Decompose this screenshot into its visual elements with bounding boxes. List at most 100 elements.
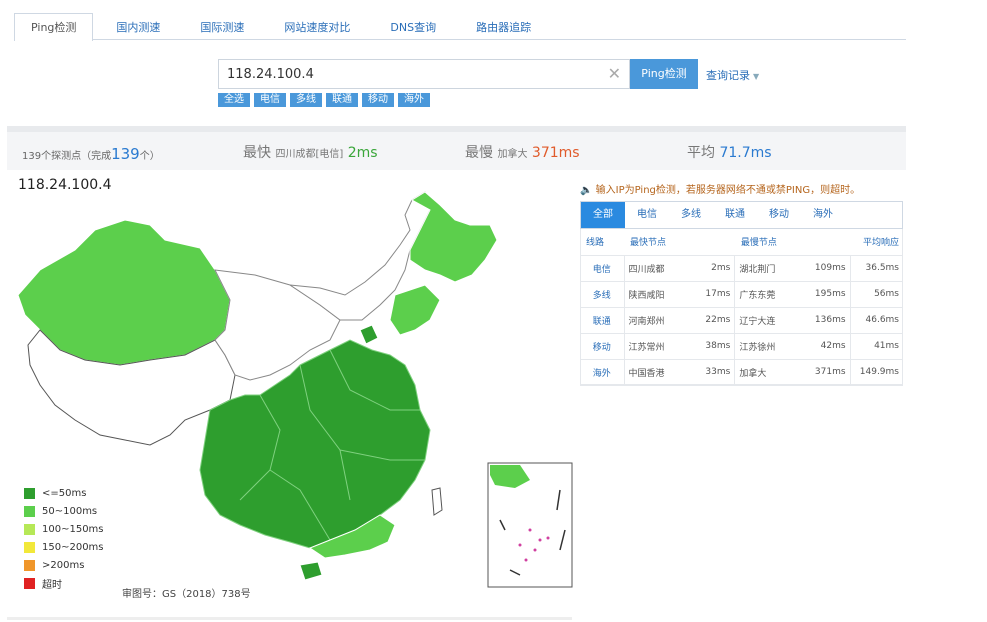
legend-item: >200ms bbox=[24, 556, 104, 574]
legend-item: <=50ms bbox=[24, 484, 104, 502]
result-tab-overseas[interactable]: 海外 bbox=[801, 202, 845, 228]
result-tab-mobile[interactable]: 移动 bbox=[757, 202, 801, 228]
tab-domestic-speed[interactable]: 国内测速 bbox=[99, 13, 177, 40]
tab-dns[interactable]: DNS查询 bbox=[373, 13, 453, 40]
tab-traceroute[interactable]: 路由器追踪 bbox=[459, 13, 548, 40]
table-header-row: 线路 最快节点 最慢节点 平均响应 bbox=[580, 229, 903, 256]
chevron-down-icon: ▼ bbox=[753, 72, 760, 81]
cell-fast-node: 陕西咸阳 bbox=[624, 281, 688, 308]
cell-slow-ms: 109ms bbox=[796, 255, 851, 282]
filter-telecom[interactable]: 电信 bbox=[254, 93, 286, 107]
top-tabs: Ping检测 国内测速 国际测速 网站速度对比 DNS查询 路由器追踪 bbox=[14, 13, 906, 41]
tab-international-speed[interactable]: 国际测速 bbox=[183, 13, 261, 40]
cell-line: 联通 bbox=[580, 307, 625, 334]
fastest-label: 最快 bbox=[243, 145, 271, 161]
legend-label: 50~100ms bbox=[42, 505, 98, 517]
table-row: 移动 江苏常州 38ms 江苏徐州 42ms 41ms bbox=[580, 333, 903, 360]
cell-slow-node: 广东东莞 bbox=[734, 281, 797, 308]
cell-avg: 149.9ms bbox=[850, 359, 903, 386]
filter-overseas[interactable]: 海外 bbox=[398, 93, 430, 107]
filter-unicom[interactable]: 联通 bbox=[326, 93, 358, 107]
table-row: 海外 中国香港 33ms 加拿大 371ms 149.9ms bbox=[580, 359, 903, 386]
legend-item: 超时 bbox=[24, 574, 104, 592]
fastest-value: 2ms bbox=[347, 145, 378, 161]
result-tab-multiline[interactable]: 多线 bbox=[669, 202, 713, 228]
legend-swatch bbox=[24, 487, 35, 499]
legend-item: 100~150ms bbox=[24, 520, 104, 538]
cell-line: 电信 bbox=[580, 255, 625, 282]
cell-slow-ms: 195ms bbox=[796, 281, 851, 308]
cell-line: 移动 bbox=[580, 333, 625, 360]
node-count: 139个探测点（完成139个） bbox=[22, 145, 160, 163]
fastest-node: 四川成都[电信] bbox=[275, 149, 344, 160]
filter-all[interactable]: 全选 bbox=[218, 93, 250, 107]
cell-fast-node: 江苏常州 bbox=[624, 333, 688, 360]
slowest-value: 371ms bbox=[531, 145, 580, 161]
legend-label: >200ms bbox=[42, 559, 85, 571]
latency-legend: <=50ms 50~100ms 100~150ms 150~200ms >200… bbox=[24, 484, 104, 592]
history-dropdown[interactable]: 查询记录 ▼ bbox=[706, 67, 759, 83]
filter-multiline[interactable]: 多线 bbox=[290, 93, 322, 107]
table-row: 电信 四川成都 2ms 湖北荆门 109ms 36.5ms bbox=[580, 255, 903, 282]
result-tab-unicom[interactable]: 联通 bbox=[713, 202, 757, 228]
result-table: 线路 最快节点 最慢节点 平均响应 电信 四川成都 2ms 湖北荆门 109ms… bbox=[580, 229, 903, 386]
node-count-done: 139 bbox=[111, 145, 140, 163]
notice-text: 输入IP为Ping检测，若服务器网络不通或禁PING，则超时。 bbox=[595, 185, 861, 196]
search-box: ✕ bbox=[218, 59, 630, 89]
tab-ping[interactable]: Ping检测 bbox=[14, 13, 94, 41]
tab-site-compare[interactable]: 网站速度对比 bbox=[267, 13, 367, 40]
cell-line: 多线 bbox=[580, 281, 625, 308]
fastest-stat: 最快 四川成都[电信] 2ms bbox=[243, 142, 378, 162]
col-average: 平均响应 bbox=[850, 229, 903, 256]
cell-fast-ms: 22ms bbox=[687, 307, 736, 334]
cell-slow-node: 江苏徐州 bbox=[734, 333, 797, 360]
legend-label: 100~150ms bbox=[42, 523, 104, 535]
cell-slow-node: 湖北荆门 bbox=[734, 255, 797, 282]
slowest-stat: 最慢 加拿大 371ms bbox=[465, 142, 580, 162]
region-liaoning bbox=[389, 284, 441, 336]
region-beijing bbox=[359, 324, 379, 345]
cell-avg: 46.6ms bbox=[850, 307, 903, 334]
average-label: 平均 bbox=[687, 145, 715, 161]
region-taiwan bbox=[431, 487, 443, 516]
cell-slow-node: 辽宁大连 bbox=[734, 307, 797, 334]
average-stat: 平均 71.7ms bbox=[687, 142, 772, 162]
legend-swatch bbox=[24, 559, 35, 571]
col-fastest: 最快节点 bbox=[624, 229, 735, 256]
node-count-prefix: 139个探测点（完成 bbox=[22, 151, 112, 162]
legend-label: <=50ms bbox=[42, 487, 87, 499]
legend-label: 150~200ms bbox=[42, 541, 104, 553]
cell-slow-ms: 371ms bbox=[796, 359, 851, 386]
slowest-label: 最慢 bbox=[465, 145, 493, 161]
cell-fast-node: 河南郑州 bbox=[624, 307, 688, 334]
average-value: 71.7ms bbox=[719, 145, 772, 161]
legend-swatch bbox=[24, 523, 35, 535]
cell-slow-ms: 42ms bbox=[796, 333, 851, 360]
table-row: 联通 河南郑州 22ms 辽宁大连 136ms 46.6ms bbox=[580, 307, 903, 334]
legend-swatch bbox=[24, 577, 35, 589]
legend-label: 超时 bbox=[42, 579, 62, 591]
ip-input[interactable] bbox=[219, 60, 599, 88]
ping-button[interactable]: Ping检测 bbox=[630, 59, 698, 89]
result-tab-all[interactable]: 全部 bbox=[581, 202, 625, 228]
slowest-node: 加拿大 bbox=[497, 149, 528, 160]
filter-group: 全选 电信 多线 联通 移动 海外 bbox=[218, 93, 430, 107]
cell-slow-ms: 136ms bbox=[796, 307, 851, 334]
notice: 🔈 输入IP为Ping检测，若服务器网络不通或禁PING，则超时。 bbox=[580, 181, 860, 196]
cell-fast-ms: 17ms bbox=[687, 281, 736, 308]
cell-fast-ms: 33ms bbox=[687, 359, 736, 386]
region-heilongjiang bbox=[409, 191, 498, 283]
cell-fast-node: 中国香港 bbox=[624, 359, 688, 386]
region-hainan bbox=[299, 561, 323, 581]
col-line: 线路 bbox=[580, 229, 624, 256]
clear-icon[interactable]: ✕ bbox=[608, 65, 621, 83]
history-label: 查询记录 bbox=[706, 69, 750, 82]
cell-fast-ms: 2ms bbox=[687, 255, 736, 282]
cell-avg: 56ms bbox=[850, 281, 903, 308]
table-row: 多线 陕西咸阳 17ms 广东东莞 195ms 56ms bbox=[580, 281, 903, 308]
result-tab-telecom[interactable]: 电信 bbox=[625, 202, 669, 228]
filter-mobile[interactable]: 移动 bbox=[362, 93, 394, 107]
map-approval-number: 审图号：GS（2018）738号 bbox=[122, 589, 251, 600]
cell-avg: 41ms bbox=[850, 333, 903, 360]
legend-item: 150~200ms bbox=[24, 538, 104, 556]
